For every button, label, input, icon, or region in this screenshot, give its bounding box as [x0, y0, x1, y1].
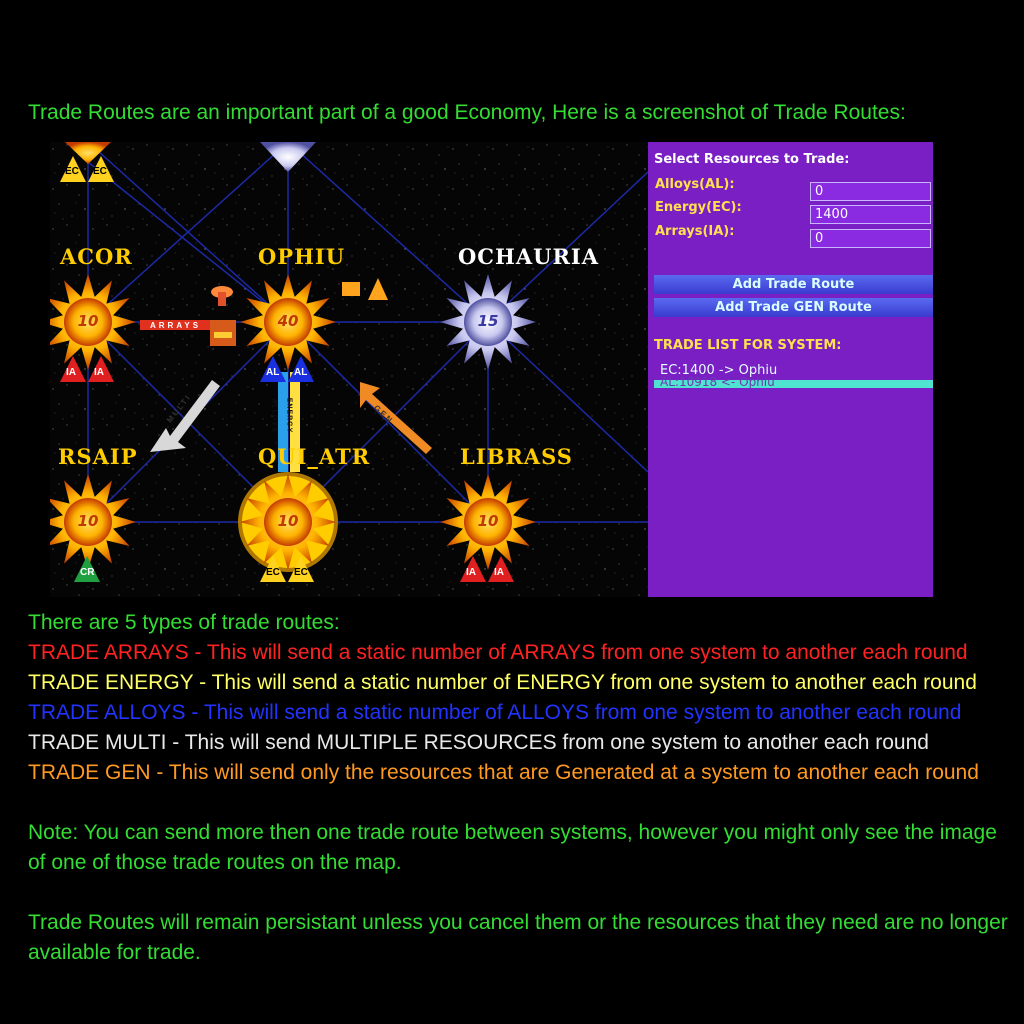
- tag-label: EC: [294, 567, 308, 578]
- panel-title: Select Resources to Trade:: [654, 152, 850, 167]
- galaxy-map[interactable]: ARRAYS MULTI GEN ALLOYS ENERGY EC EC ACO…: [50, 142, 648, 597]
- tag-badge: IA: [88, 356, 114, 382]
- system-value: 10: [477, 512, 499, 530]
- system-value: 10: [77, 512, 99, 530]
- energy-route-label: ENERGY: [285, 397, 293, 434]
- system-name-label[interactable]: ACOR: [60, 244, 133, 269]
- tag-badge: IA: [60, 356, 86, 382]
- tag-badge: EC: [88, 156, 114, 182]
- tag-badge: AL: [260, 356, 286, 382]
- tag-badge: AL: [288, 356, 314, 382]
- top-tags: EC EC: [60, 156, 114, 182]
- alloys-input[interactable]: 0: [810, 182, 931, 201]
- tag-label: IA: [466, 567, 476, 578]
- tag-label: EC: [266, 567, 280, 578]
- tag-badge: EC: [260, 556, 286, 582]
- system-tags: IA IA: [460, 556, 514, 582]
- system-name-label[interactable]: OPHIU: [258, 244, 345, 269]
- system-tags: EC EC: [260, 556, 314, 582]
- system-name-label[interactable]: LIBRASS: [460, 444, 573, 469]
- tag-label: IA: [66, 367, 76, 378]
- tag-label: IA: [494, 567, 504, 578]
- add-trade-gen-route-button[interactable]: Add Trade GEN Route: [654, 298, 933, 317]
- system-tags: CR: [74, 556, 100, 582]
- persist-line-1: Trade Routes will remain persistant unle…: [28, 911, 1008, 934]
- tag-label: IA: [94, 367, 104, 378]
- tag-badge: CR: [74, 556, 100, 582]
- tag-badge: IA: [488, 556, 514, 582]
- alloys-label: Alloys(AL):: [655, 177, 735, 192]
- note-line-2: of one of those trade routes on the map.: [28, 851, 402, 874]
- add-trade-route-button[interactable]: Add Trade Route: [654, 275, 933, 294]
- type-energy-text: TRADE ENERGY - This will send a static n…: [28, 671, 977, 694]
- arrays-label: Arrays(IA):: [655, 224, 735, 239]
- tag-badge: EC: [288, 556, 314, 582]
- system-name-label[interactable]: OCHAURIA: [458, 244, 599, 269]
- tag-label: AL: [294, 367, 308, 378]
- system-value: 15: [477, 312, 499, 330]
- system-tags: AL AL: [260, 356, 314, 382]
- tag-label: CR: [80, 567, 95, 578]
- trade-list-item[interactable]: AL:10918 <- Ophiu: [660, 375, 775, 389]
- note-line-1: Note: You can send more then one trade r…: [28, 821, 997, 844]
- trade-list-title: TRADE LIST FOR SYSTEM:: [654, 338, 842, 353]
- tag-badge: IA: [460, 556, 486, 582]
- type-arrays-text: TRADE ARRAYS - This will send a static n…: [28, 641, 968, 664]
- system-value: 40: [277, 312, 299, 330]
- type-multi-text: TRADE MULTI - This will send MULTIPLE RE…: [28, 731, 929, 754]
- system-tags: IA IA: [60, 356, 114, 382]
- system-value: 10: [277, 512, 299, 530]
- intro-text: Trade Routes are an important part of a …: [28, 101, 906, 124]
- energy-input[interactable]: 1400: [810, 205, 931, 224]
- types-heading: There are 5 types of trade routes:: [28, 611, 340, 634]
- factory-icon: [210, 320, 236, 346]
- trade-panel: Select Resources to Trade: Alloys(AL): 0…: [648, 142, 933, 597]
- type-alloys-text: TRADE ALLOYS - This will send a static n…: [28, 701, 962, 724]
- energy-label: Energy(EC):: [655, 200, 742, 215]
- system-value: 10: [77, 312, 99, 330]
- persist-line-2: available for trade.: [28, 941, 201, 964]
- map-canvas[interactable]: [50, 142, 648, 597]
- tag-label: AL: [266, 367, 280, 378]
- arrays-route-label: ARRAYS: [150, 321, 202, 330]
- type-gen-text: TRADE GEN - This will send only the reso…: [28, 761, 979, 784]
- system-name-label[interactable]: RSAIP: [58, 444, 138, 469]
- system-name-label[interactable]: QUI_ATR: [258, 444, 370, 469]
- tag-badge: EC: [60, 156, 86, 182]
- alloys-route-label: ALLOYS: [270, 398, 278, 433]
- arrays-input[interactable]: 0: [810, 229, 931, 248]
